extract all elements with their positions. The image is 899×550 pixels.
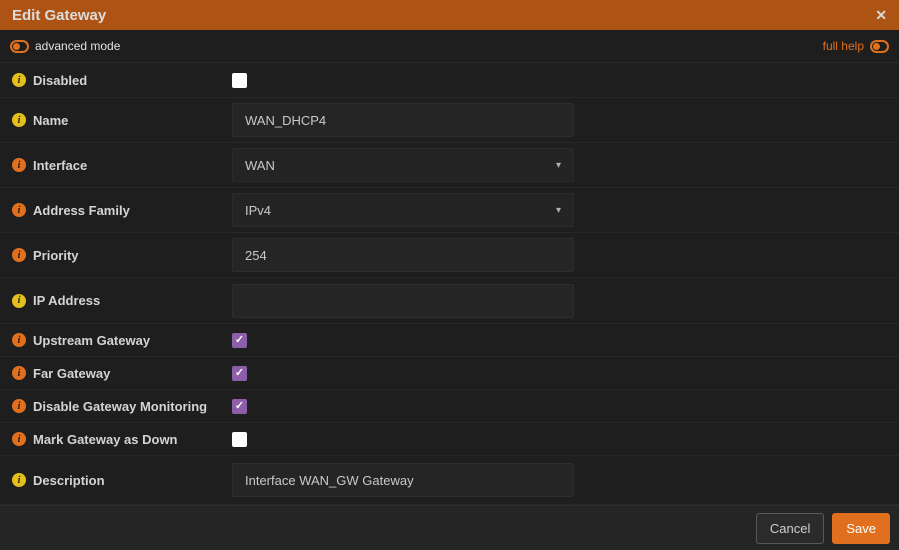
gateway-form: i Disabled ✓ i Name i Interface xyxy=(0,63,899,505)
info-icon[interactable]: i xyxy=(12,333,26,347)
check-icon: ✓ xyxy=(235,335,244,346)
save-button[interactable]: Save xyxy=(832,513,890,544)
toggle-icon[interactable] xyxy=(870,40,889,53)
name-input[interactable] xyxy=(232,103,574,137)
row-priority: i Priority xyxy=(0,233,899,278)
dialog-header: Edit Gateway ✕ xyxy=(0,0,899,30)
field-label: Description xyxy=(33,473,105,488)
row-ip-address: i IP Address xyxy=(0,278,899,324)
info-icon[interactable]: i xyxy=(12,73,26,87)
edit-gateway-dialog: Edit Gateway ✕ advanced mode full help i… xyxy=(0,0,899,550)
field-label: Disable Gateway Monitoring xyxy=(33,399,207,414)
dialog-title: Edit Gateway xyxy=(12,7,106,24)
info-icon[interactable]: i xyxy=(12,203,26,217)
row-disable-gateway-monitoring: i Disable Gateway Monitoring ✓ xyxy=(0,390,899,423)
description-input[interactable] xyxy=(232,463,574,497)
info-icon[interactable]: i xyxy=(12,294,26,308)
help-bar: advanced mode full help xyxy=(0,30,899,63)
priority-input[interactable] xyxy=(232,238,574,272)
selected-value: WAN xyxy=(245,158,275,173)
ip-address-input[interactable] xyxy=(232,284,574,318)
info-icon[interactable]: i xyxy=(12,113,26,127)
field-label: Mark Gateway as Down xyxy=(33,432,178,447)
row-description: i Description xyxy=(0,456,899,505)
disable-gateway-monitoring-checkbox[interactable]: ✓ xyxy=(232,399,247,414)
check-icon: ✓ xyxy=(235,368,244,379)
field-label: Disabled xyxy=(33,73,87,88)
field-label: Far Gateway xyxy=(33,366,110,381)
field-label: Interface xyxy=(33,158,87,173)
chevron-down-icon: ▾ xyxy=(556,205,561,216)
info-icon[interactable]: i xyxy=(12,399,26,413)
cancel-button[interactable]: Cancel xyxy=(756,513,824,544)
check-icon: ✓ xyxy=(235,401,244,412)
toggle-icon[interactable] xyxy=(10,40,29,53)
full-help-toggle[interactable]: full help xyxy=(823,39,889,53)
field-label: Name xyxy=(33,113,68,128)
far-gateway-checkbox[interactable]: ✓ xyxy=(232,366,247,381)
advanced-mode-toggle[interactable]: advanced mode xyxy=(10,39,120,53)
field-label: Address Family xyxy=(33,203,130,218)
row-far-gateway: i Far Gateway ✓ xyxy=(0,357,899,390)
address-family-select[interactable]: IPv4 ▾ xyxy=(232,193,574,227)
row-interface: i Interface WAN ▾ xyxy=(0,143,899,188)
info-icon[interactable]: i xyxy=(12,248,26,262)
field-label: Upstream Gateway xyxy=(33,333,150,348)
disabled-checkbox[interactable]: ✓ xyxy=(232,73,247,88)
row-mark-gateway-as-down: i Mark Gateway as Down ✓ xyxy=(0,423,899,456)
row-name: i Name xyxy=(0,98,899,143)
chevron-down-icon: ▾ xyxy=(556,160,561,171)
info-icon[interactable]: i xyxy=(12,432,26,446)
upstream-gateway-checkbox[interactable]: ✓ xyxy=(232,333,247,348)
info-icon[interactable]: i xyxy=(12,158,26,172)
full-help-label: full help xyxy=(823,39,864,53)
info-icon[interactable]: i xyxy=(12,366,26,380)
info-icon[interactable]: i xyxy=(12,473,26,487)
field-label: IP Address xyxy=(33,293,100,308)
row-disabled: i Disabled ✓ xyxy=(0,63,899,98)
row-upstream-gateway: i Upstream Gateway ✓ xyxy=(0,324,899,357)
interface-select[interactable]: WAN ▾ xyxy=(232,148,574,182)
dialog-footer: Cancel Save xyxy=(0,505,899,550)
row-address-family: i Address Family IPv4 ▾ xyxy=(0,188,899,233)
close-icon[interactable]: ✕ xyxy=(875,8,887,22)
field-label: Priority xyxy=(33,248,79,263)
advanced-mode-label: advanced mode xyxy=(35,39,120,53)
selected-value: IPv4 xyxy=(245,203,271,218)
mark-gateway-as-down-checkbox[interactable]: ✓ xyxy=(232,432,247,447)
